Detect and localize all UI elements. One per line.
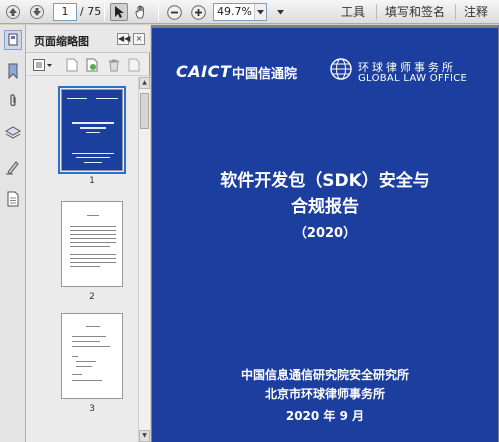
thumbnail-list: 1 2 3 <box>26 77 138 442</box>
zoom-out-button[interactable] <box>165 3 183 21</box>
author-org-1: 中国信息通信研究院安全研究所 <box>240 368 409 382</box>
page-thumbnail[interactable] <box>58 86 126 174</box>
attachments-nav-button[interactable] <box>4 91 22 111</box>
zoom-level-select[interactable]: 49.7% <box>213 3 267 21</box>
paperclip-icon <box>10 94 16 107</box>
page-thumbnails-panel: 页面缩略图 ◀◀ × 1 2 3 ▲ ▼ <box>26 25 150 442</box>
global-law-office-en: GLOBAL LAW OFFICE <box>358 73 468 84</box>
thumbnail-page-number: 3 <box>89 404 95 414</box>
panel-toolbar <box>26 54 150 76</box>
chevron-down-icon[interactable] <box>254 4 266 20</box>
scroll-down-icon[interactable]: ▼ <box>139 430 150 442</box>
document-icon <box>7 191 19 207</box>
panel-title: 页面缩略图 <box>34 35 89 48</box>
thumbnail-page-number: 1 <box>89 176 95 186</box>
options-menu-icon <box>33 59 52 71</box>
hand-icon <box>135 5 144 19</box>
caict-name: 中国信通院 <box>232 67 298 82</box>
caict-logo: CAICT <box>176 62 232 81</box>
page-thumbnail[interactable] <box>61 201 123 287</box>
plus-circle-icon <box>190 4 206 20</box>
page-insert-icon <box>66 58 78 72</box>
fill-and-sign-menu[interactable]: 填写和签名 <box>385 4 445 20</box>
page-thumbnail[interactable] <box>61 313 123 399</box>
pages-icon <box>8 33 18 46</box>
scroll-up-icon[interactable]: ▲ <box>139 77 150 89</box>
toolbar-separator <box>158 3 159 21</box>
insert-page-button[interactable] <box>64 57 80 73</box>
hand-tool-button[interactable] <box>132 3 150 21</box>
menu-separator <box>376 4 377 20</box>
report-year: （2020） <box>293 226 357 241</box>
page-properties-icon <box>128 58 140 72</box>
thumbnail-page-number: 2 <box>89 292 95 302</box>
publish-date: 2020 年 9 月 <box>285 409 365 423</box>
pdf-page-cover: CAICT 中国信通院 环球律师事务所 GLOBAL LAW OFFICE 软件… <box>152 27 498 442</box>
navigation-pane-strip <box>0 25 26 442</box>
zoom-level-value: 49.7% <box>217 5 252 18</box>
scrollbar-thumb[interactable] <box>140 93 149 129</box>
bookmark-icon <box>8 63 18 79</box>
select-tool-button[interactable] <box>110 3 128 21</box>
chevron-down-icon <box>276 9 284 14</box>
comment-menu[interactable]: 注释 <box>464 4 488 20</box>
page-rotate-icon <box>86 58 98 72</box>
page-thumbnails-nav-button[interactable] <box>4 30 22 50</box>
main-toolbar: 1 / 75 49.7% 工具 填写和签名 注释 <box>0 0 499 24</box>
collapse-panel-icon[interactable]: ◀◀ <box>117 33 130 45</box>
report-title-line1: 软件开发包（SDK）安全与 <box>220 171 430 191</box>
bookmarks-nav-button[interactable] <box>4 61 22 81</box>
delete-page-button[interactable] <box>106 57 122 73</box>
close-icon[interactable]: × <box>133 33 145 45</box>
page-total-label: / 75 <box>80 5 102 18</box>
next-page-button[interactable] <box>28 3 46 21</box>
tools-menu[interactable]: 工具 <box>341 4 365 20</box>
thumbnail-options-button[interactable] <box>32 57 54 73</box>
signature-pen-icon <box>6 161 19 175</box>
globe-logo-icon <box>330 58 352 80</box>
arrow-up-icon <box>6 5 20 19</box>
previous-page-button[interactable] <box>4 3 22 21</box>
zoom-in-button[interactable] <box>189 3 207 21</box>
arrow-down-icon <box>30 5 44 19</box>
author-org-2: 北京市环球律师事务所 <box>264 387 385 401</box>
cursor-icon <box>115 6 124 18</box>
zoom-options-button[interactable] <box>271 3 289 21</box>
signatures-nav-button[interactable] <box>4 157 22 177</box>
rotate-page-button[interactable] <box>84 57 100 73</box>
menu-separator <box>455 4 456 20</box>
report-title-line2: 合规报告 <box>291 197 359 217</box>
page-properties-button[interactable] <box>126 57 142 73</box>
trash-icon <box>109 59 119 72</box>
page-number-input[interactable]: 1 <box>53 3 77 21</box>
document-view[interactable]: CAICT 中国信通院 环球律师事务所 GLOBAL LAW OFFICE 软件… <box>151 25 499 442</box>
panel-header: 页面缩略图 ◀◀ × <box>26 25 150 53</box>
toolbar-separator <box>104 3 105 21</box>
minus-circle-icon <box>166 4 182 20</box>
content-nav-button[interactable] <box>4 189 22 209</box>
layers-nav-button[interactable] <box>4 123 22 143</box>
layers-icon <box>5 126 21 139</box>
thumbnail-scrollbar[interactable]: ▲ ▼ <box>138 77 150 442</box>
